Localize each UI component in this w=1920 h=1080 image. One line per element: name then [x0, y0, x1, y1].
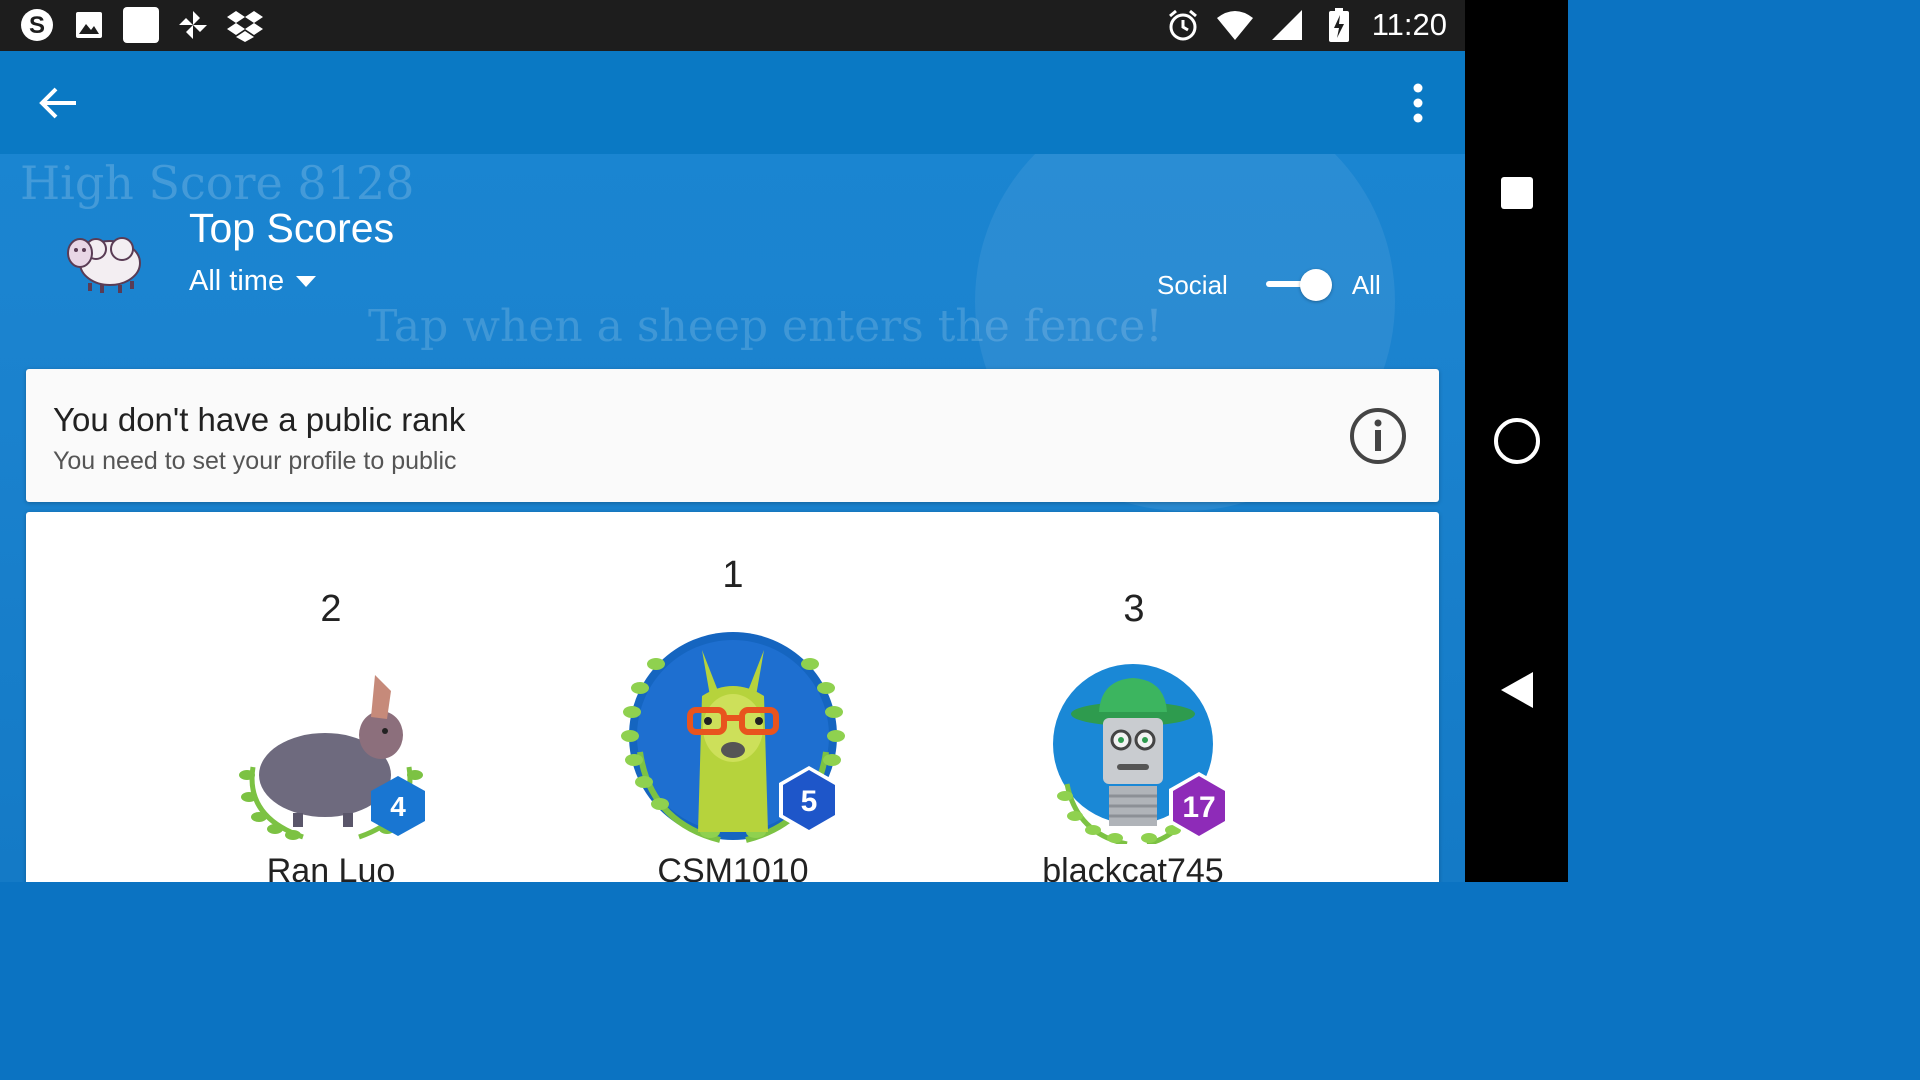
social-all-toggle: Social All [1157, 267, 1381, 303]
recents-button[interactable] [1465, 167, 1568, 219]
notification-square-icon [122, 6, 160, 44]
info-icon [1350, 408, 1406, 464]
scope-switch[interactable] [1262, 267, 1334, 303]
home-button[interactable] [1465, 413, 1568, 469]
dropdown-caret-icon [296, 276, 317, 287]
arrow-back-icon [39, 87, 76, 119]
svg-text:S: S [29, 12, 45, 39]
more-vert-icon [1413, 83, 1423, 123]
alarm-icon [1164, 6, 1202, 44]
toggle-label-social[interactable]: Social [1157, 270, 1228, 301]
public-rank-card: You don't have a public rank You need to… [26, 369, 1439, 502]
image-icon [70, 6, 108, 44]
timeframe-dropdown[interactable]: All time [189, 265, 317, 298]
wifi-icon [1216, 6, 1254, 44]
rank-card-title: You don't have a public rank [53, 401, 466, 438]
clock-time: 11:20 [1371, 7, 1447, 42]
podium-rank-3: 3 [1123, 588, 1145, 630]
system-nav-bar [1465, 0, 1568, 882]
background-high-score-text: High Score 8128 [20, 156, 415, 210]
player-name-csm1010[interactable]: CSM1010 [657, 852, 808, 882]
signal-icon [1268, 6, 1306, 44]
pinwheel-icon [174, 6, 212, 44]
recents-square-icon [1500, 177, 1533, 209]
home-circle-icon [1493, 418, 1540, 464]
podium-card: 2 4 Ran Luo 1 5 CSM1010 3 17 blackcat745 [26, 512, 1439, 882]
podium-rank-2: 2 [320, 588, 342, 630]
back-triangle-icon [1500, 672, 1533, 708]
player-name-blackcat745[interactable]: blackcat745 [1042, 852, 1223, 882]
toolbar [0, 51, 1465, 154]
timeframe-label: All time [189, 265, 285, 297]
toggle-label-all[interactable]: All [1352, 270, 1381, 301]
background-instruction-text: Tap when a sheep enters the fence! [368, 301, 1163, 352]
podium-rank-1: 1 [722, 554, 744, 596]
level-badge-ran-luo: 4 [369, 774, 427, 843]
level-text-ran-luo: 4 [390, 791, 406, 822]
status-bar: S 11:20 [0, 0, 1465, 51]
more-options-button[interactable] [1392, 75, 1444, 131]
app-content: High Score 8128 Tap when a sheep enters … [0, 51, 1465, 882]
player-name-ran-luo[interactable]: Ran Luo [267, 852, 396, 882]
level-text-blackcat745: 17 [1182, 791, 1215, 824]
level-text-csm1010: 5 [801, 785, 818, 818]
level-badge-blackcat745: 17 [1167, 770, 1231, 847]
switch-knob [1299, 269, 1332, 301]
skype-icon: S [18, 6, 56, 44]
game-sheep-icon [62, 223, 146, 295]
back-nav-button[interactable] [1465, 665, 1568, 715]
info-button[interactable] [1349, 407, 1407, 465]
level-badge-csm1010: 5 [777, 764, 841, 841]
battery-charging-icon [1320, 6, 1358, 44]
rank-card-subtitle: You need to set your profile to public [53, 447, 457, 475]
dropbox-icon [226, 6, 264, 44]
back-button[interactable] [28, 75, 88, 131]
leaderboard-title: Top Scores [189, 205, 395, 251]
